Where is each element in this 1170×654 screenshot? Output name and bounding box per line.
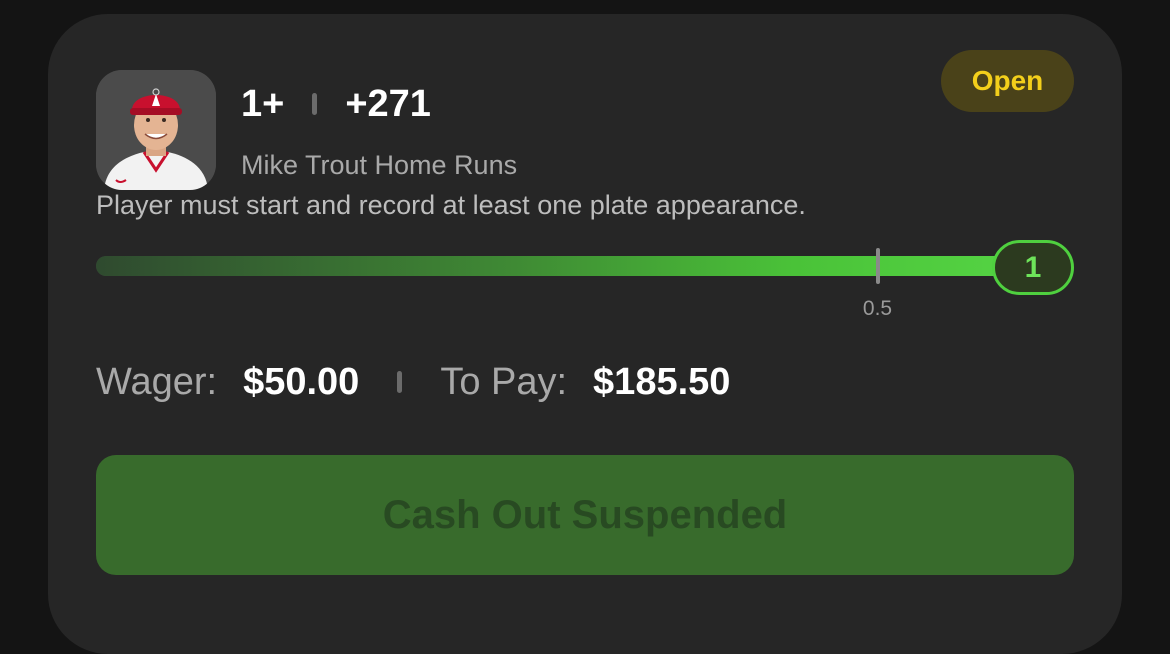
bet-card: 1+ +271 Mike Trout Home Runs Player must…	[48, 14, 1122, 654]
player-avatar	[96, 70, 216, 190]
bet-market: Mike Trout Home Runs	[241, 150, 518, 180]
wager-divider	[397, 371, 403, 393]
bet-title-row: 1+ +271	[241, 80, 431, 128]
progress-track	[96, 256, 1026, 276]
bet-rule-text: Player must start and record at least on…	[96, 190, 806, 220]
to-pay-label: To Pay:	[440, 360, 568, 403]
progress-fill	[96, 256, 1026, 276]
player-headshot-icon	[96, 70, 216, 190]
threshold-tick	[875, 248, 880, 284]
current-value-pill: 1	[992, 240, 1074, 295]
wager-value: $50.00	[243, 360, 360, 403]
threshold-label: 0.5	[862, 297, 893, 320]
wager-row: Wager: $50.00 To Pay: $185.50	[96, 354, 730, 410]
cash-out-button[interactable]: Cash Out Suspended	[96, 455, 1074, 575]
to-pay-value: $185.50	[593, 360, 731, 403]
status-badge: Open	[941, 50, 1074, 112]
bet-line: 1+	[241, 82, 285, 125]
wager-label: Wager:	[96, 360, 218, 403]
title-divider	[312, 93, 318, 115]
bet-odds: +271	[345, 82, 431, 125]
